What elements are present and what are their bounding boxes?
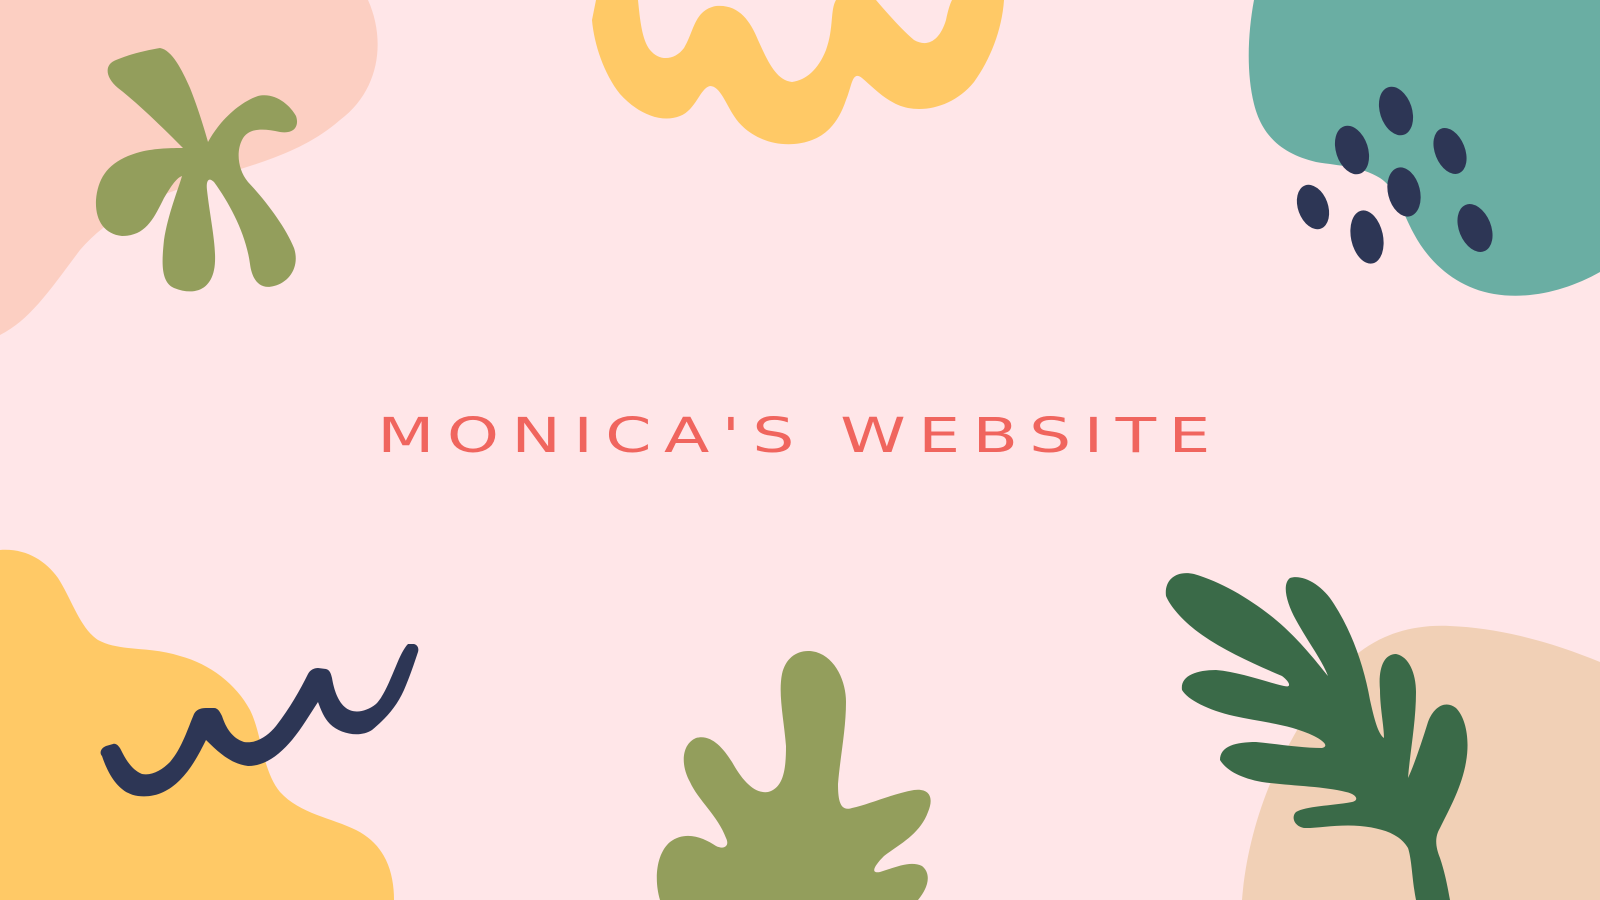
website-banner: MONICA'S WEBSITE [0, 0, 1600, 900]
page-title: MONICA'S WEBSITE [377, 408, 1223, 464]
